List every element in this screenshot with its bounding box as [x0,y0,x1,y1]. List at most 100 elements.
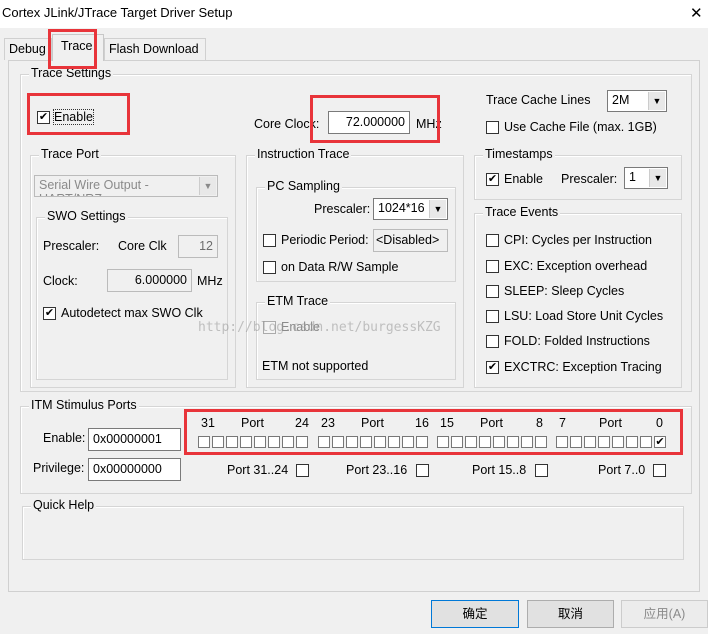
chevron-down-icon: ▼ [199,177,216,195]
swo-clock-input[interactable]: 6.000000 [107,269,192,292]
itm-bit-high-label: 23 [321,416,335,430]
ok-button[interactable]: 确定 [431,600,519,628]
group-label: PC Sampling [265,179,342,193]
trace-port-select[interactable]: Serial Wire Output - UART/NRZ ▼ [34,175,218,197]
period-input[interactable]: <Disabled> [373,229,448,252]
apply-button[interactable]: 应用(A) [621,600,708,628]
data-rw-sample-label: on Data R/W Sample [281,260,399,274]
period-label: Period: [329,233,369,247]
itm-port-bit-checkbox[interactable] [226,436,238,448]
swo-clock-unit: MHz [197,274,223,288]
chevron-down-icon: ▼ [648,92,665,110]
trace-event-label: EXC: Exception overhead [504,259,648,273]
trace-event-checkbox[interactable] [486,310,499,323]
itm-port-bit-checkbox[interactable]: ✔ [654,436,666,448]
itm-enable-input[interactable]: 0x00000001 [88,428,181,451]
highlight-box [48,29,97,69]
privilege-group-checkbox[interactable] [653,464,666,477]
swo-prescaler-input[interactable]: 12 [178,235,218,258]
itm-port-bit-checkbox[interactable] [282,436,294,448]
itm-port-bit-checkbox[interactable] [493,436,505,448]
highlight-box [27,93,130,135]
privilege-group-label: Port 7..0 [598,463,646,477]
itm-port-bit-checkbox[interactable] [332,436,344,448]
trace-event-checkbox[interactable] [486,234,499,247]
highlight-box [310,95,440,143]
itm-port-bit-checkbox[interactable] [388,436,400,448]
cache-lines-label: Trace Cache Lines [486,93,591,107]
itm-port-bit-checkbox[interactable] [318,436,330,448]
cancel-button[interactable]: 取消 [527,600,614,628]
itm-bit-low-label: 16 [415,416,429,430]
autodetect-checkbox[interactable]: ✔ [43,307,56,320]
itm-bit-low-label: 24 [295,416,309,430]
itm-port-bit-checkbox[interactable] [556,436,568,448]
itm-port-bit-checkbox[interactable] [240,436,252,448]
itm-port-bit-checkbox[interactable] [374,436,386,448]
pc-prescaler-label: Prescaler: [314,202,371,216]
itm-port-bit-checkbox[interactable] [212,436,224,448]
itm-port-bit-checkbox[interactable] [479,436,491,448]
itm-privilege-input[interactable]: 0x00000000 [88,458,181,481]
itm-port-bit-checkbox[interactable] [416,436,428,448]
privilege-group-checkbox[interactable] [296,464,309,477]
timestamps-prescaler-select[interactable]: 1 ▼ [624,167,668,189]
data-rw-sample-checkbox[interactable] [263,261,276,274]
itm-port-bit-checkbox[interactable] [612,436,624,448]
timestamps-enable-checkbox[interactable]: ✔ [486,173,499,186]
itm-port-bit-checkbox[interactable] [437,436,449,448]
swo-prescaler-label: Prescaler: [43,239,100,253]
watermark: http://blog.csdn.net/burgessKZG [198,320,441,335]
window-title: Cortex JLink/JTrace Target Driver Setup [2,5,233,20]
core-clk-label: Core Clk [118,239,167,253]
itm-port-bit-checkbox[interactable] [570,436,582,448]
tab-debug[interactable]: Debug [4,38,52,60]
itm-port-bit-checkbox[interactable] [296,436,308,448]
itm-port-bit-checkbox[interactable] [507,436,519,448]
periodic-checkbox[interactable] [263,234,276,247]
group-label: Quick Help [31,498,97,512]
group-label: Trace Events [483,205,561,219]
itm-bit-high-label: 7 [559,416,566,430]
itm-port-bit-checkbox[interactable] [626,436,638,448]
itm-port-bit-checkbox[interactable] [268,436,280,448]
itm-port-bit-checkbox[interactable] [451,436,463,448]
itm-port-bit-checkbox[interactable] [360,436,372,448]
itm-port-bit-checkbox[interactable] [535,436,547,448]
trace-event-checkbox[interactable] [486,285,499,298]
tab-flash-download[interactable]: Flash Download [104,38,206,60]
timestamps-prescaler-value: 1 [629,170,636,184]
itm-port-bit-checkbox[interactable] [521,436,533,448]
itm-port-bit-checkbox[interactable] [598,436,610,448]
quick-help-group: Quick Help [22,498,684,560]
periodic-label: Periodic [281,233,327,247]
itm-port-label: Port [361,416,384,430]
itm-port-bit-checkbox[interactable] [465,436,477,448]
close-icon[interactable]: ✕ [690,4,703,22]
trace-event-checkbox[interactable]: ✔ [486,361,499,374]
trace-event-checkbox[interactable] [486,260,499,273]
itm-port-bit-checkbox[interactable] [254,436,266,448]
pc-prescaler-select[interactable]: 1024*16 ▼ [373,198,448,220]
swo-clock-label: Clock: [43,274,78,288]
cache-lines-select[interactable]: 2M ▼ [607,90,667,112]
group-label: ETM Trace [265,294,331,308]
itm-port-bit-checkbox[interactable] [584,436,596,448]
autodetect-label: Autodetect max SWO Clk [61,306,203,320]
use-cache-file-checkbox[interactable] [486,121,499,134]
itm-port-bit-checkbox[interactable] [640,436,652,448]
itm-bit-low-label: 0 [656,416,663,430]
group-label: ITM Stimulus Ports [29,398,139,412]
itm-port-bit-checkbox[interactable] [198,436,210,448]
privilege-group-checkbox[interactable] [535,464,548,477]
itm-port-bit-checkbox[interactable] [346,436,358,448]
privilege-group-checkbox[interactable] [416,464,429,477]
trace-event-label: EXCTRC: Exception Tracing [504,360,662,374]
itm-port-bit-checkbox[interactable] [402,436,414,448]
trace-event-checkbox[interactable] [486,335,499,348]
itm-port-label: Port [480,416,503,430]
chevron-down-icon: ▼ [649,169,666,187]
trace-event-label: FOLD: Folded Instructions [504,334,650,348]
etm-status: ETM not supported [262,359,369,373]
group-label: Instruction Trace [255,147,352,161]
